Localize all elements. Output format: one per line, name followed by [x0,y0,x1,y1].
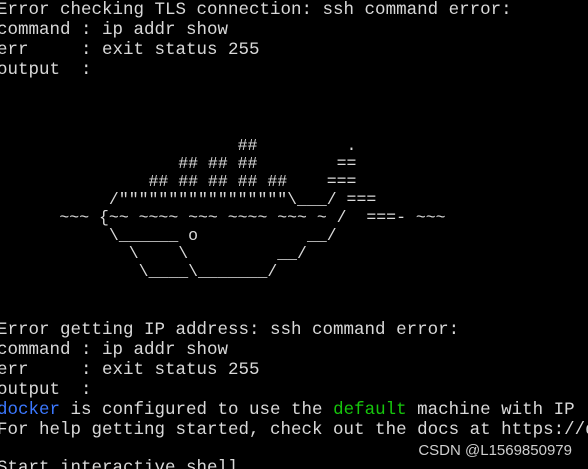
error-tls-line: Error checking TLS connection: ssh comma… [0,0,512,20]
whale-art-line: \ \ __/ [0,244,307,263]
whale-art-line: ## ## ## ## ## === [0,172,357,191]
err-line: err : exit status 255 [0,40,260,60]
error-ip-line: Error getting IP address: ssh command er… [0,320,460,340]
configured-middle-text: is configured to use the [60,400,334,420]
docker-word: docker [0,400,61,420]
output-line: output : [0,60,92,80]
terminal-window[interactable]: Error checking TLS connection: ssh comma… [0,0,588,469]
start-shell-line: Start interactive shell [0,458,239,469]
csdn-watermark: CSDN @L1569850979 [418,442,572,459]
configured-end-text: machine with IP [406,400,575,420]
help-line: For help getting started, check out the … [0,420,588,440]
whale-art-line: \____\_______/ [0,262,278,281]
docker-configured-line: docker is configured to use the default … [0,400,575,420]
whale-art-line: /"""""""""""""""""\___/ === [0,190,377,209]
command-line: command : ip addr show [0,340,229,360]
whale-art-line: \______ o __/ [0,226,337,245]
whale-art-line: ## . [0,136,357,155]
output-line: output : [0,380,92,400]
whale-art-line: ~~~ {~~ ~~~~ ~~~ ~~~~ ~~~ ~ / ===- ~~~ [0,208,446,227]
docker-whale-ascii-art: ## . ## ## ## == ## ## ## ## ## === /"""… [0,136,446,281]
command-line: command : ip addr show [0,20,229,40]
default-machine-word: default [333,400,407,420]
whale-art-line: ## ## ## == [0,154,357,173]
err-line: err : exit status 255 [0,360,260,380]
